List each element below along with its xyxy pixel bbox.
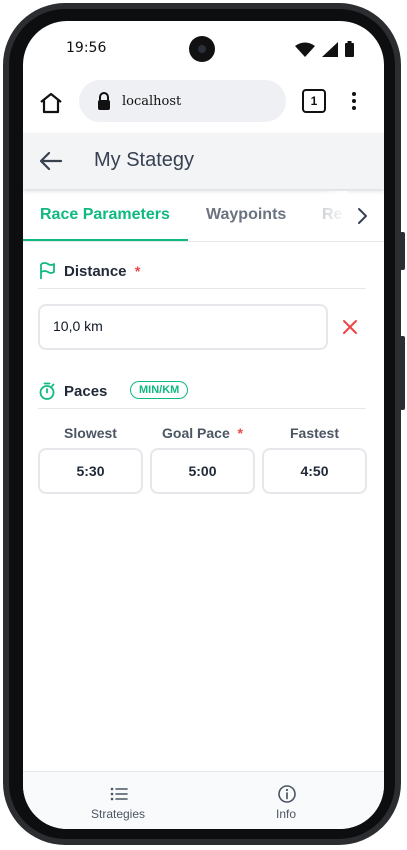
power-button xyxy=(400,336,405,410)
tab-race-parameters[interactable]: Race Parameters xyxy=(40,206,170,224)
wifi-icon xyxy=(295,42,315,57)
required-marker: * xyxy=(134,263,141,279)
screen: 19:56 localhost 1 My Stategy Race Parame… xyxy=(23,21,384,829)
battery-icon xyxy=(345,41,354,57)
lock-icon xyxy=(98,92,110,110)
slowest-label: Slowest xyxy=(64,425,117,441)
address-bar[interactable]: localhost xyxy=(79,80,286,122)
flag-icon xyxy=(40,262,55,279)
home-icon xyxy=(40,92,62,114)
list-icon xyxy=(110,787,128,801)
tab-fade xyxy=(319,191,347,239)
bottom-nav: Strategies Info xyxy=(23,771,384,829)
status-time: 19:56 xyxy=(66,40,107,56)
signal-icon xyxy=(322,41,338,57)
distance-value: 10,0 km xyxy=(53,318,103,334)
back-arrow-icon[interactable] xyxy=(37,149,63,173)
tab-switcher-button[interactable]: 1 xyxy=(302,89,326,113)
front-camera xyxy=(189,36,215,62)
tab-bar: Race Parameters Waypoints Re xyxy=(23,191,384,242)
unit-badge: MIN/KM xyxy=(130,381,189,399)
nav-label-info: Info xyxy=(275,807,296,821)
slowest-pace-input[interactable]: 5:30 xyxy=(38,448,143,494)
home-button[interactable] xyxy=(37,89,65,117)
fastest-pace-input[interactable]: 4:50 xyxy=(262,448,367,494)
stopwatch-icon xyxy=(39,382,55,400)
browser-toolbar: localhost 1 xyxy=(23,77,384,133)
goal-pace-label: Goal Pace * xyxy=(162,425,243,441)
tab-waypoints[interactable]: Waypoints xyxy=(206,206,286,224)
info-icon xyxy=(278,785,296,803)
clear-icon[interactable] xyxy=(339,316,361,338)
fastest-label: Fastest xyxy=(289,425,340,441)
volume-button xyxy=(400,232,405,270)
paces-section-header: Paces MIN/KM xyxy=(38,378,366,409)
more-options-icon[interactable] xyxy=(347,89,361,113)
url-text: localhost xyxy=(122,94,182,109)
status-icons xyxy=(295,41,354,57)
active-tab-indicator xyxy=(23,239,188,241)
status-bar: 19:56 xyxy=(23,21,384,77)
goal-pace-input[interactable]: 5:00 xyxy=(150,448,255,494)
app-header: My Stategy xyxy=(23,133,384,189)
chevron-right-icon[interactable] xyxy=(352,205,372,227)
required-marker: * xyxy=(237,425,243,441)
distance-section-header: Distance * xyxy=(38,258,366,289)
nav-item-info[interactable]: Info xyxy=(196,772,376,829)
page-title: My Stategy xyxy=(94,149,195,171)
paces-label: Paces xyxy=(64,383,108,400)
distance-input[interactable]: 10,0 km xyxy=(38,304,328,350)
nav-item-strategies[interactable]: Strategies xyxy=(28,772,208,829)
nav-label-strategies: Strategies xyxy=(90,807,146,821)
distance-label: Distance * xyxy=(64,263,141,280)
